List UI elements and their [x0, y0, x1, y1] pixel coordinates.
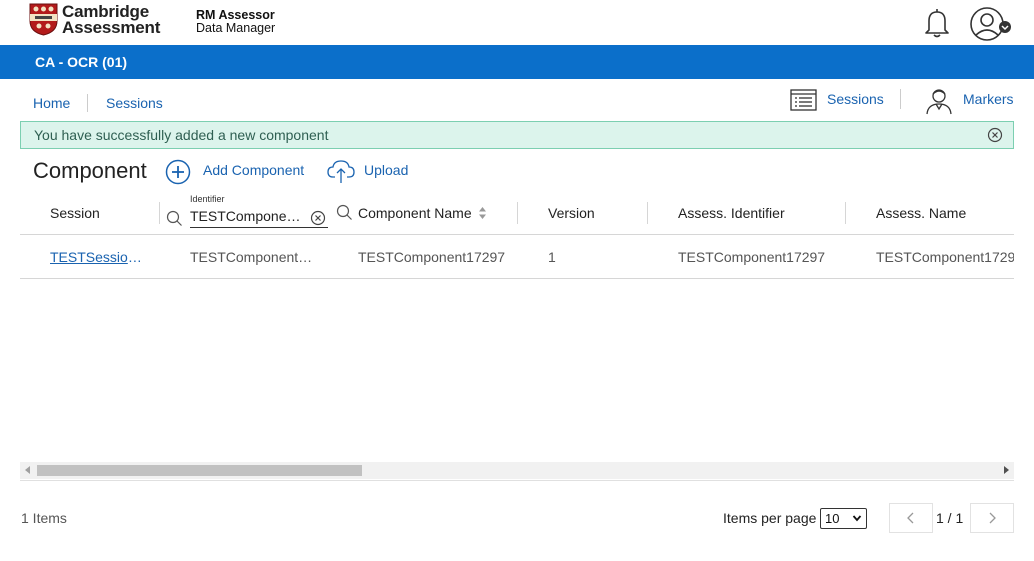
add-component-button[interactable]: Add Component — [203, 162, 304, 178]
page-title: Component — [33, 158, 147, 183]
column-divider — [517, 202, 518, 224]
chevron-down-icon — [852, 515, 862, 522]
sort-icon[interactable] — [478, 206, 487, 220]
alert-message: You have successfully added a new compon… — [34, 127, 329, 143]
bell-icon[interactable] — [920, 6, 954, 40]
nav-divider — [900, 89, 901, 109]
page-indicator: 1 / 1 — [936, 510, 964, 526]
crest-icon — [29, 3, 58, 36]
column-divider — [647, 202, 648, 224]
items-count: 1 Items — [21, 510, 67, 526]
table-row: TESTSession17297 TESTComponent17297 TEST… — [20, 236, 1014, 279]
success-alert: You have successfully added a new compon… — [20, 121, 1014, 149]
scroll-right-arrow-icon[interactable] — [1004, 466, 1009, 474]
items-per-page-select[interactable]: 10 — [820, 508, 867, 529]
chevron-left-icon — [907, 512, 914, 524]
markers-link[interactable]: Markers — [963, 91, 1014, 107]
top-header: Cambridge Assessment RM Assessor Data Ma… — [0, 0, 1034, 45]
search-icon — [166, 210, 182, 226]
version-cell: 1 — [548, 249, 556, 265]
scroll-left-arrow-icon[interactable] — [25, 466, 30, 474]
identifier-cell: TESTComponent17297 — [190, 249, 316, 265]
app-name-line2: Data Manager — [196, 21, 276, 35]
column-divider — [845, 202, 846, 224]
cloud-upload-icon[interactable] — [327, 158, 355, 184]
upload-button[interactable]: Upload — [364, 162, 408, 178]
user-avatar-icon[interactable] — [969, 5, 1015, 43]
table-header: Session Identifier TESTComponent17297 Co… — [20, 190, 1014, 235]
sessions-list-icon[interactable] — [790, 89, 817, 111]
clear-filter-icon[interactable] — [310, 210, 326, 226]
items-per-page-value: 10 — [825, 511, 840, 526]
org-name-line2: Assessment — [62, 17, 161, 37]
column-divider — [159, 202, 160, 224]
divider — [20, 480, 1014, 481]
column-header-assess-name[interactable]: Assess. Name — [876, 205, 966, 221]
scrollbar-thumb[interactable] — [37, 465, 362, 476]
column-header-session[interactable]: Session — [50, 205, 100, 221]
column-header-assess-identifier[interactable]: Assess. Identifier — [678, 205, 785, 221]
breadcrumb-sessions[interactable]: Sessions — [106, 95, 163, 111]
session-link[interactable]: TESTSession17297 — [50, 249, 145, 265]
column-header-component-name[interactable]: Component Name — [358, 205, 472, 221]
markers-icon[interactable] — [924, 87, 954, 115]
column-header-version[interactable]: Version — [548, 205, 595, 221]
component-name-cell: TESTComponent17297 — [358, 249, 506, 265]
sessions-link[interactable]: Sessions — [827, 91, 884, 107]
cambridge-logo[interactable]: Cambridge Assessment — [29, 3, 160, 36]
chevron-right-icon — [989, 512, 996, 524]
identifier-filter-input[interactable]: TESTComponent17297 — [190, 206, 328, 228]
close-icon[interactable] — [987, 127, 1003, 143]
app-name: RM Assessor Data Manager — [196, 9, 275, 35]
add-circle-icon[interactable] — [165, 159, 191, 185]
previous-page-button[interactable] — [889, 503, 933, 533]
search-icon[interactable] — [336, 204, 353, 221]
horizontal-scrollbar[interactable] — [20, 462, 1014, 479]
items-per-page-label: Items per page — [723, 510, 817, 526]
assess-name-cell: TESTComponent1729 — [876, 249, 1014, 265]
identifier-filter-label: Identifier — [190, 194, 225, 204]
context-label: CA - OCR (01) — [35, 54, 128, 70]
context-band: CA - OCR (01) — [0, 45, 1034, 79]
next-page-button[interactable] — [970, 503, 1014, 533]
breadcrumb-divider — [87, 94, 88, 112]
assess-identifier-cell: TESTComponent17297 — [678, 249, 826, 265]
breadcrumb-home[interactable]: Home — [33, 95, 70, 111]
